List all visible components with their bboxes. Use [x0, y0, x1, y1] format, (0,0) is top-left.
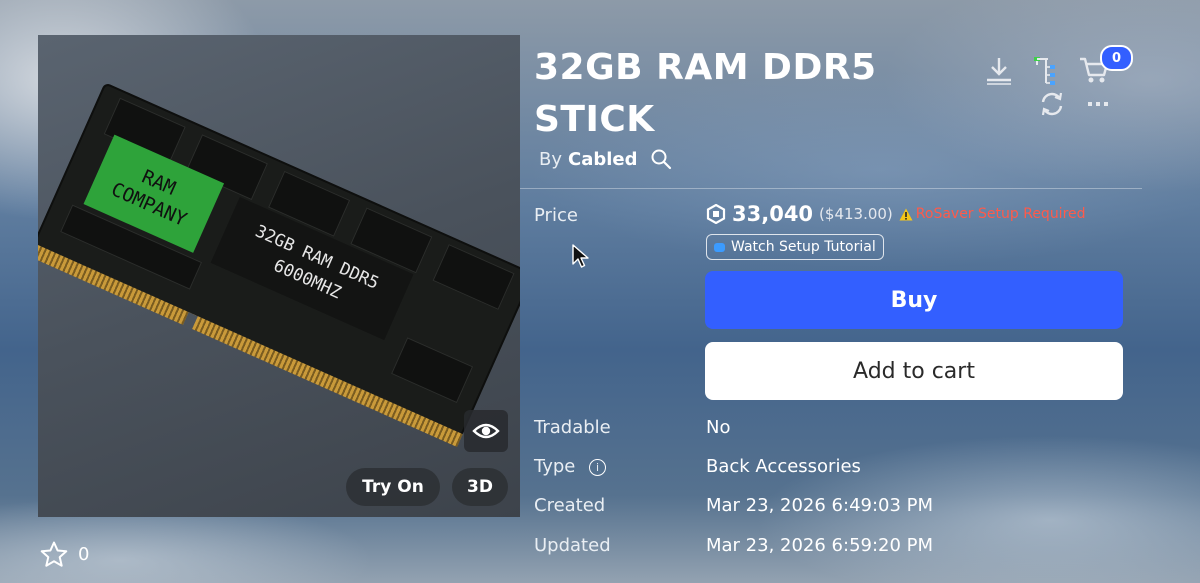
- type-label: Type: [534, 456, 576, 477]
- favorite-control[interactable]: 0: [40, 541, 89, 568]
- download-icon[interactable]: [984, 56, 1014, 86]
- updated-label: Updated: [534, 535, 611, 556]
- creator-link[interactable]: Cabled: [568, 149, 638, 170]
- robux-icon: [706, 204, 726, 224]
- by-label: By: [539, 148, 563, 170]
- ram-chip: [391, 337, 474, 404]
- star-icon[interactable]: [40, 541, 68, 568]
- add-to-cart-button[interactable]: Add to cart: [705, 342, 1123, 400]
- price-amount: 33,040: [732, 202, 814, 226]
- cart-count-badge: 0: [1100, 45, 1133, 71]
- tradable-value: No: [706, 417, 731, 438]
- eye-icon: [472, 423, 500, 439]
- section-divider: [520, 188, 1142, 189]
- tutorial-label: Watch Setup Tutorial: [731, 239, 876, 255]
- type-value[interactable]: Back Accessories: [706, 456, 861, 477]
- buy-button[interactable]: Buy: [705, 271, 1123, 329]
- search-icon[interactable]: [650, 148, 672, 170]
- info-icon[interactable]: i: [589, 458, 607, 476]
- try-on-button[interactable]: Try On: [346, 468, 440, 506]
- rosaver-warning[interactable]: RoSaver Setup Required: [899, 206, 1086, 222]
- type-label-row: Type i: [534, 456, 607, 477]
- item-title: 32GB RAM DDR5 STICK: [534, 47, 877, 140]
- warning-text: RoSaver Setup Required: [915, 206, 1086, 222]
- ram-chip: [432, 244, 515, 310]
- updated-value: Mar 23, 2026 6:59:20 PM: [706, 535, 934, 556]
- tradable-label: Tradable: [534, 417, 611, 438]
- price-label: Price: [534, 205, 578, 226]
- watch-tutorial-button[interactable]: Watch Setup Tutorial: [706, 234, 884, 260]
- price-row: 33,040 ($413.00) RoSaver Setup Required: [706, 202, 1086, 226]
- preview-eye-button[interactable]: [464, 410, 508, 452]
- refresh-icon[interactable]: [1038, 90, 1066, 118]
- 3d-button[interactable]: 3D: [452, 468, 508, 506]
- video-icon: [714, 242, 725, 252]
- ram-stick-image: RAM COMPANY 32GB RAM DDR5 6000MHZ: [38, 82, 520, 447]
- mouse-cursor-icon: [572, 244, 589, 268]
- price-usd: ($413.00): [819, 205, 893, 223]
- creator-byline: By Cabled: [539, 148, 672, 170]
- more-icon[interactable]: [1088, 100, 1110, 108]
- created-value: Mar 23, 2026 6:49:03 PM: [706, 495, 934, 516]
- favorite-count: 0: [78, 544, 90, 565]
- created-label: Created: [534, 495, 606, 516]
- hierarchy-icon[interactable]: [1032, 55, 1060, 87]
- warning-icon: [899, 208, 913, 220]
- item-thumbnail: RAM COMPANY 32GB RAM DDR5 6000MHZ: [38, 35, 520, 517]
